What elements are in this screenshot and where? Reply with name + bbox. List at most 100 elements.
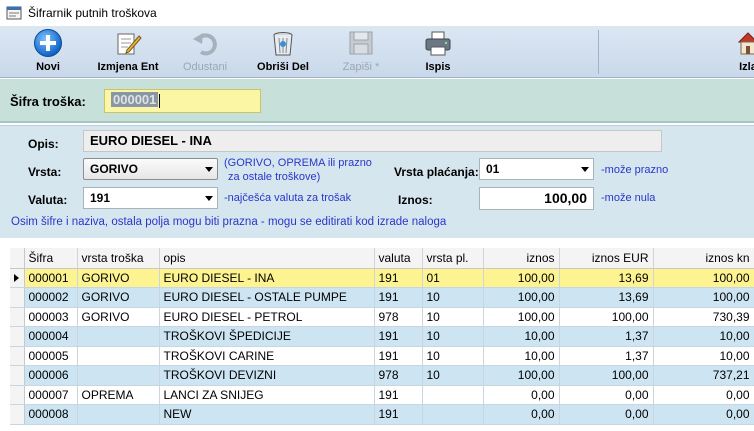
cell-iznos[interactable]: 100,00 bbox=[483, 287, 560, 308]
cell-vrsta-pl[interactable]: 10 bbox=[422, 307, 484, 327]
new-button[interactable]: Novi bbox=[18, 28, 78, 76]
cell-iznos-kn[interactable]: 100,00 bbox=[653, 268, 754, 288]
vrsta-select[interactable]: GORIVO bbox=[83, 158, 218, 180]
row-indicator bbox=[10, 287, 25, 308]
cell-opis[interactable]: LANCI ZA SNIJEG bbox=[159, 385, 375, 405]
cell-sifra[interactable]: 000001 bbox=[24, 268, 78, 288]
save-button[interactable]: Zapiši * bbox=[330, 28, 392, 76]
cell-iznos-kn[interactable]: 737,21 bbox=[653, 365, 754, 386]
table-row[interactable]: 000002 GORIVO EURO DIESEL - OSTALE PUMPE… bbox=[10, 287, 754, 308]
column-header-iznos-eur[interactable]: iznos EUR bbox=[559, 248, 654, 269]
vrsta-placanja-select[interactable]: 01 bbox=[479, 158, 594, 180]
cell-opis[interactable]: EURO DIESEL - PETROL bbox=[159, 307, 375, 327]
table-row[interactable]: 000005 TROŠKOVI CARINE 191 10 10,00 1,37… bbox=[10, 346, 754, 366]
cell-vrsta-troska[interactable] bbox=[77, 346, 160, 366]
cell-vrsta-troska[interactable] bbox=[77, 404, 160, 425]
cell-opis[interactable]: EURO DIESEL - OSTALE PUMPE bbox=[159, 287, 375, 308]
cell-iznos-kn[interactable]: 0,00 bbox=[653, 385, 754, 405]
cell-sifra[interactable]: 000003 bbox=[24, 307, 78, 327]
cell-iznos-eur[interactable]: 13,69 bbox=[559, 287, 654, 308]
cell-vrsta-troska[interactable]: GORIVO bbox=[77, 268, 160, 288]
cell-vrsta-pl[interactable]: 01 bbox=[422, 268, 484, 288]
column-header-iznos-kn[interactable]: iznos kn bbox=[653, 248, 754, 269]
cell-iznos-eur[interactable]: 1,37 bbox=[559, 346, 654, 366]
column-header-sifra[interactable]: Šifra bbox=[24, 248, 78, 269]
cell-opis[interactable]: NEW bbox=[159, 404, 375, 425]
cell-vrsta-troska[interactable]: GORIVO bbox=[77, 287, 160, 308]
sifra-field[interactable]: 000001 bbox=[104, 89, 261, 113]
cell-sifra[interactable]: 000002 bbox=[24, 287, 78, 308]
table-row[interactable]: 000008 NEW 191 0,00 0,00 0,00 bbox=[10, 404, 754, 425]
cell-vrsta-pl[interactable] bbox=[422, 404, 484, 425]
cell-opis[interactable]: TROŠKOVI DEVIZNI bbox=[159, 365, 375, 386]
table-row[interactable]: 000004 TROŠKOVI ŠPEDICIJE 191 10 10,00 1… bbox=[10, 326, 754, 347]
cell-valuta[interactable]: 191 bbox=[374, 287, 423, 308]
cell-valuta[interactable]: 978 bbox=[374, 365, 423, 386]
exit-button[interactable]: Izla bbox=[728, 28, 754, 76]
cell-sifra[interactable]: 000007 bbox=[24, 385, 78, 405]
edit-button[interactable]: Izmjena Ent bbox=[90, 28, 166, 76]
cell-valuta[interactable]: 978 bbox=[374, 307, 423, 327]
expense-table: Šifra vrsta troška opis valuta vrsta pl.… bbox=[10, 248, 754, 425]
cell-vrsta-troska[interactable]: GORIVO bbox=[77, 307, 160, 327]
cell-iznos-kn[interactable]: 10,00 bbox=[653, 346, 754, 366]
table-row[interactable]: 000003 GORIVO EURO DIESEL - PETROL 978 1… bbox=[10, 307, 754, 327]
column-header-opis[interactable]: opis bbox=[159, 248, 375, 269]
sifra-label: Šifra troška: bbox=[10, 94, 86, 109]
iznos-field[interactable]: 100,00 bbox=[479, 187, 594, 210]
cell-iznos[interactable]: 100,00 bbox=[483, 307, 560, 327]
cell-sifra[interactable]: 000004 bbox=[24, 326, 78, 347]
sifra-panel: Šifra troška: 000001 bbox=[0, 79, 754, 123]
print-button[interactable]: Ispis bbox=[410, 28, 466, 76]
cell-iznos-kn[interactable]: 100,00 bbox=[653, 287, 754, 308]
cell-sifra[interactable]: 000005 bbox=[24, 346, 78, 366]
cell-valuta[interactable]: 191 bbox=[374, 404, 423, 425]
table-row[interactable]: 000006 TROŠKOVI DEVIZNI 978 10 100,00 10… bbox=[10, 365, 754, 386]
cell-iznos-eur[interactable]: 100,00 bbox=[559, 365, 654, 386]
column-header-valuta[interactable]: valuta bbox=[374, 248, 423, 269]
cell-iznos[interactable]: 0,00 bbox=[483, 404, 560, 425]
table-row[interactable]: 000007 OPREMA LANCI ZA SNIJEG 191 0,00 0… bbox=[10, 385, 754, 405]
add-icon bbox=[34, 29, 62, 57]
cell-iznos[interactable]: 10,00 bbox=[483, 346, 560, 366]
column-header-iznos[interactable]: iznos bbox=[483, 248, 560, 269]
cell-opis[interactable]: TROŠKOVI CARINE bbox=[159, 346, 375, 366]
cell-iznos-kn[interactable]: 0,00 bbox=[653, 404, 754, 425]
cell-iznos-kn[interactable]: 730,39 bbox=[653, 307, 754, 327]
cell-vrsta-pl[interactable]: 10 bbox=[422, 365, 484, 386]
cell-vrsta-troska[interactable] bbox=[77, 326, 160, 347]
cell-iznos-eur[interactable]: 0,00 bbox=[559, 404, 654, 425]
column-header-vrsta-troska[interactable]: vrsta troška bbox=[77, 248, 160, 269]
cell-iznos[interactable]: 100,00 bbox=[483, 268, 560, 288]
cell-iznos-eur[interactable]: 0,00 bbox=[559, 385, 654, 405]
cell-iznos-eur[interactable]: 13,69 bbox=[559, 268, 654, 288]
cell-iznos-kn[interactable]: 10,00 bbox=[653, 326, 754, 347]
cell-vrsta-pl[interactable] bbox=[422, 385, 484, 405]
cell-iznos[interactable]: 0,00 bbox=[483, 385, 560, 405]
cell-vrsta-pl[interactable]: 10 bbox=[422, 326, 484, 347]
cell-iznos-eur[interactable]: 100,00 bbox=[559, 307, 654, 327]
valuta-label: Valuta: bbox=[28, 193, 68, 207]
cell-vrsta-pl[interactable]: 10 bbox=[422, 287, 484, 308]
cell-vrsta-pl[interactable]: 10 bbox=[422, 346, 484, 366]
opis-field[interactable]: EURO DIESEL - INA bbox=[83, 130, 662, 152]
valuta-select[interactable]: 191 bbox=[83, 187, 218, 209]
cell-valuta[interactable]: 191 bbox=[374, 326, 423, 347]
cell-opis[interactable]: EURO DIESEL - INA bbox=[159, 268, 375, 288]
edit-button-label: Izmjena Ent bbox=[97, 61, 159, 73]
cell-vrsta-troska[interactable]: OPREMA bbox=[77, 385, 160, 405]
cell-iznos-eur[interactable]: 1,37 bbox=[559, 326, 654, 347]
cell-vrsta-troska[interactable] bbox=[77, 365, 160, 386]
delete-button[interactable]: Obriši Del bbox=[248, 28, 318, 76]
cell-valuta[interactable]: 191 bbox=[374, 385, 423, 405]
cell-iznos[interactable]: 10,00 bbox=[483, 326, 560, 347]
cancel-button[interactable]: Odustani bbox=[172, 28, 238, 76]
column-header-vrsta-pl[interactable]: vrsta pl. bbox=[422, 248, 484, 269]
cell-opis[interactable]: TROŠKOVI ŠPEDICIJE bbox=[159, 326, 375, 347]
table-row[interactable]: 000001 GORIVO EURO DIESEL - INA 191 01 1… bbox=[10, 268, 754, 288]
cell-iznos[interactable]: 100,00 bbox=[483, 365, 560, 386]
cell-sifra[interactable]: 000006 bbox=[24, 365, 78, 386]
cell-sifra[interactable]: 000008 bbox=[24, 404, 78, 425]
cell-valuta[interactable]: 191 bbox=[374, 346, 423, 366]
cell-valuta[interactable]: 191 bbox=[374, 268, 423, 288]
